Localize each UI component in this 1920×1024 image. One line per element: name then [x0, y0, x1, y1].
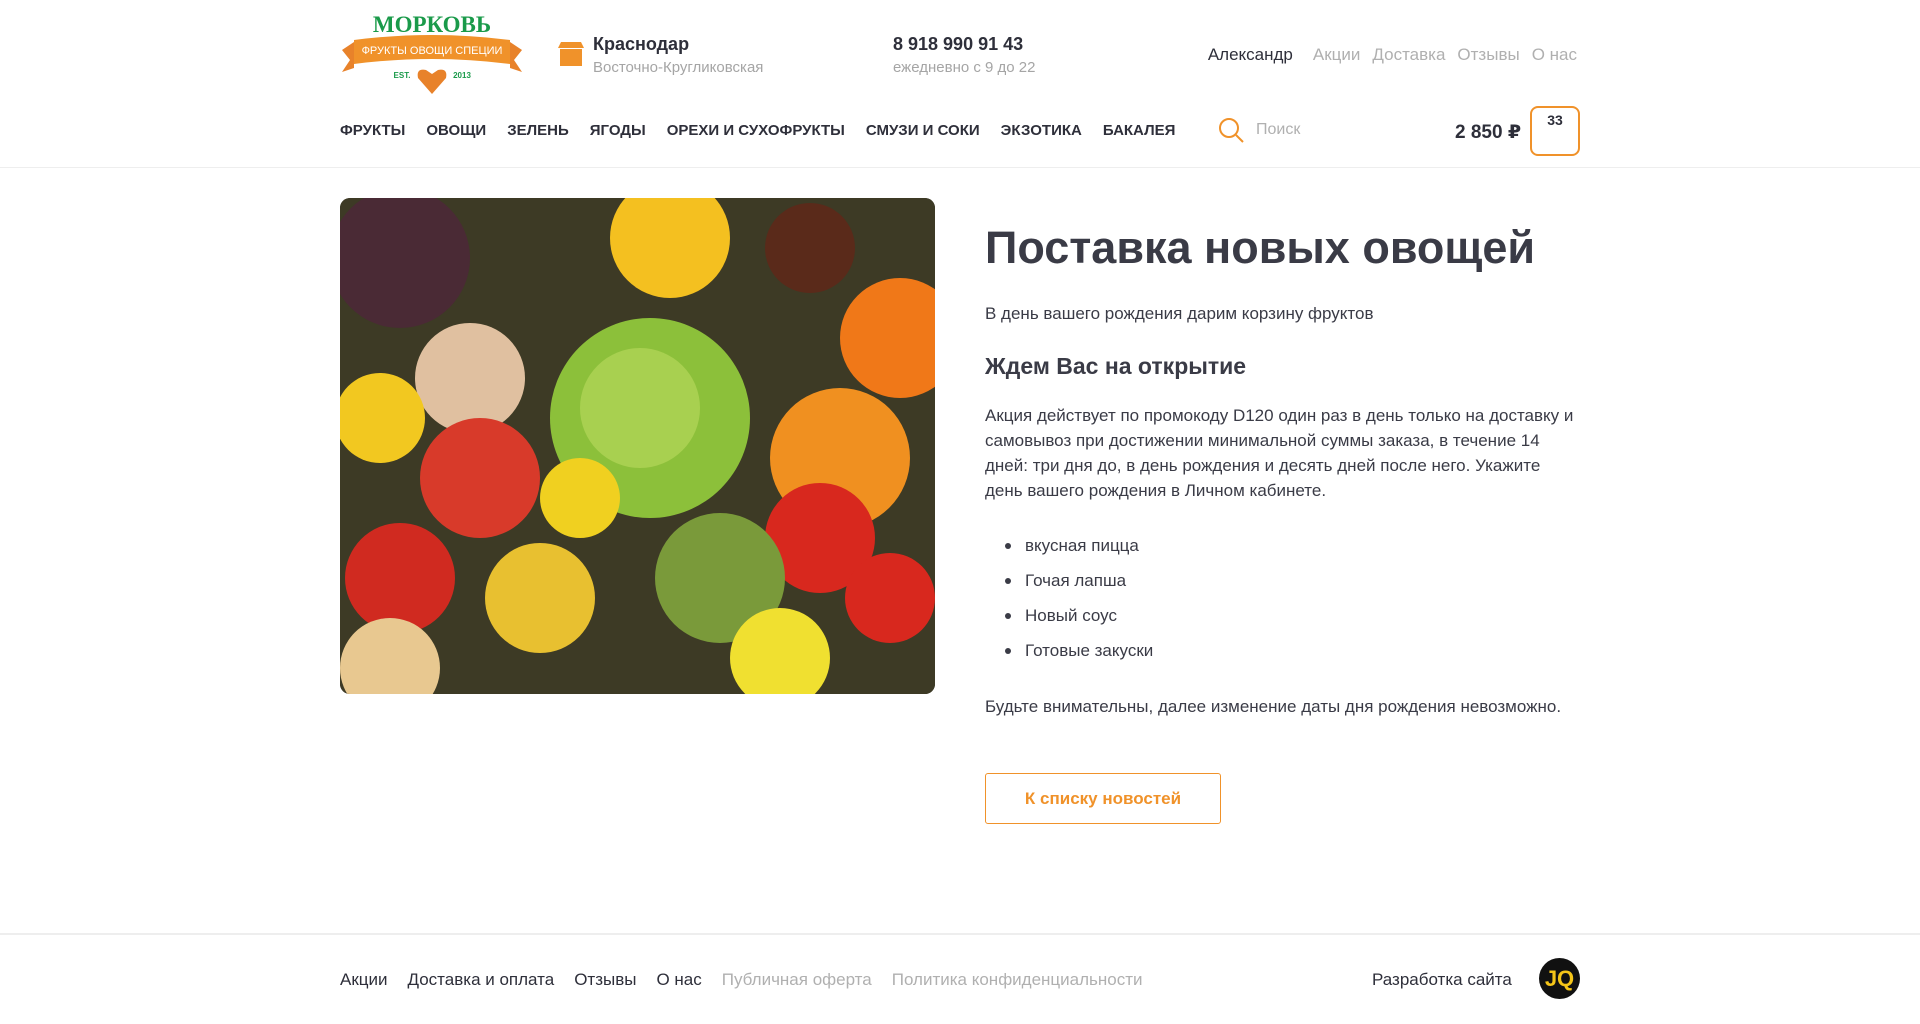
- developer-label[interactable]: Разработка сайта: [1372, 970, 1512, 990]
- search-icon: [1219, 118, 1244, 143]
- nav-exotic[interactable]: ЭКЗОТИКА: [1001, 122, 1082, 139]
- svg-text:EST.: EST.: [394, 71, 411, 80]
- footer-link-offer[interactable]: Публичная оферта: [722, 970, 872, 990]
- search-input[interactable]: Поиск: [1218, 117, 1300, 143]
- city[interactable]: Краснодар: [593, 34, 689, 55]
- user-link[interactable]: Александр: [1208, 45, 1293, 65]
- header-divider: [0, 167, 1920, 168]
- search-placeholder: Поиск: [1256, 121, 1301, 138]
- category-nav: ФРУКТЫ ОВОЩИ ЗЕЛЕНЬ ЯГОДЫ ОРЕХИ И СУХОФР…: [340, 122, 1175, 139]
- list-item: Новый соус: [985, 603, 1580, 628]
- nav-berries[interactable]: ЯГОДЫ: [590, 122, 646, 139]
- nav-vegetables[interactable]: ОВОЩИ: [426, 122, 486, 139]
- top-links: Александр Акции Доставка Отзывы О нас: [1208, 45, 1577, 65]
- list-item: вкусная пицца: [985, 533, 1580, 558]
- article-list: вкусная пицца Гочая лапша Новый соус Гот…: [985, 533, 1580, 673]
- developer-logo[interactable]: JQ: [1539, 958, 1580, 999]
- article-image: [340, 198, 935, 694]
- cart-total: 2 850 ₽: [1455, 122, 1522, 143]
- footer-link-promo[interactable]: Акции: [340, 970, 388, 990]
- list-item: Гочая лапша: [985, 568, 1580, 593]
- top-link-delivery[interactable]: Доставка: [1372, 45, 1445, 65]
- nav-grocery[interactable]: БАКАЛЕЯ: [1103, 122, 1176, 139]
- nav-nuts[interactable]: ОРЕХИ И СУХОФРУКТЫ: [667, 122, 845, 139]
- hours: ежедневно с 9 до 22: [893, 59, 1036, 76]
- article-body: Акция действует по промокоду D120 один р…: [985, 406, 1574, 500]
- top-link-reviews[interactable]: Отзывы: [1457, 45, 1519, 65]
- street: Восточно-Кругликовская: [593, 59, 764, 76]
- nav-fruits[interactable]: ФРУКТЫ: [340, 122, 405, 139]
- footer-link-privacy[interactable]: Политика конфиденциальности: [892, 970, 1143, 990]
- svg-text:2013: 2013: [453, 71, 471, 80]
- list-item: Готовые закуски: [985, 638, 1580, 663]
- nav-greens[interactable]: ЗЕЛЕНЬ: [507, 122, 569, 139]
- cart-count: 33: [1547, 112, 1563, 128]
- top-link-about[interactable]: О нас: [1532, 45, 1577, 65]
- svg-text:МОРКОВЬ: МОРКОВЬ: [373, 12, 491, 37]
- article-subtitle: Ждем Вас на открытие: [985, 353, 1247, 379]
- footer-link-delivery[interactable]: Доставка и оплата: [408, 970, 555, 990]
- nav-smoothies[interactable]: СМУЗИ И СОКИ: [866, 122, 980, 139]
- footer-links: Акции Доставка и оплата Отзывы О нас Пуб…: [340, 970, 1143, 990]
- top-link-promo[interactable]: Акции: [1313, 45, 1361, 65]
- cart-button[interactable]: 33: [1530, 106, 1580, 156]
- footer-link-reviews[interactable]: Отзывы: [574, 970, 636, 990]
- article-note: Будьте внимательны, далее изменение даты…: [985, 697, 1562, 716]
- logo[interactable]: МОРКОВЬ ФРУКТЫ ОВОЩИ СПЕЦИИ EST. 2013: [340, 12, 524, 96]
- svg-text:ФРУКТЫ ОВОЩИ СПЕЦИИ: ФРУКТЫ ОВОЩИ СПЕЦИИ: [362, 45, 503, 57]
- article-title: Поставка новых овощей: [985, 222, 1536, 273]
- footer-link-about[interactable]: О нас: [656, 970, 701, 990]
- back-to-news-button[interactable]: К списку новостей: [985, 773, 1221, 824]
- article-lead: В день вашего рождения дарим корзину фру…: [985, 304, 1374, 323]
- footer-divider: [0, 933, 1920, 935]
- phone[interactable]: 8 918 990 91 43: [893, 34, 1023, 55]
- store-icon: [558, 42, 584, 66]
